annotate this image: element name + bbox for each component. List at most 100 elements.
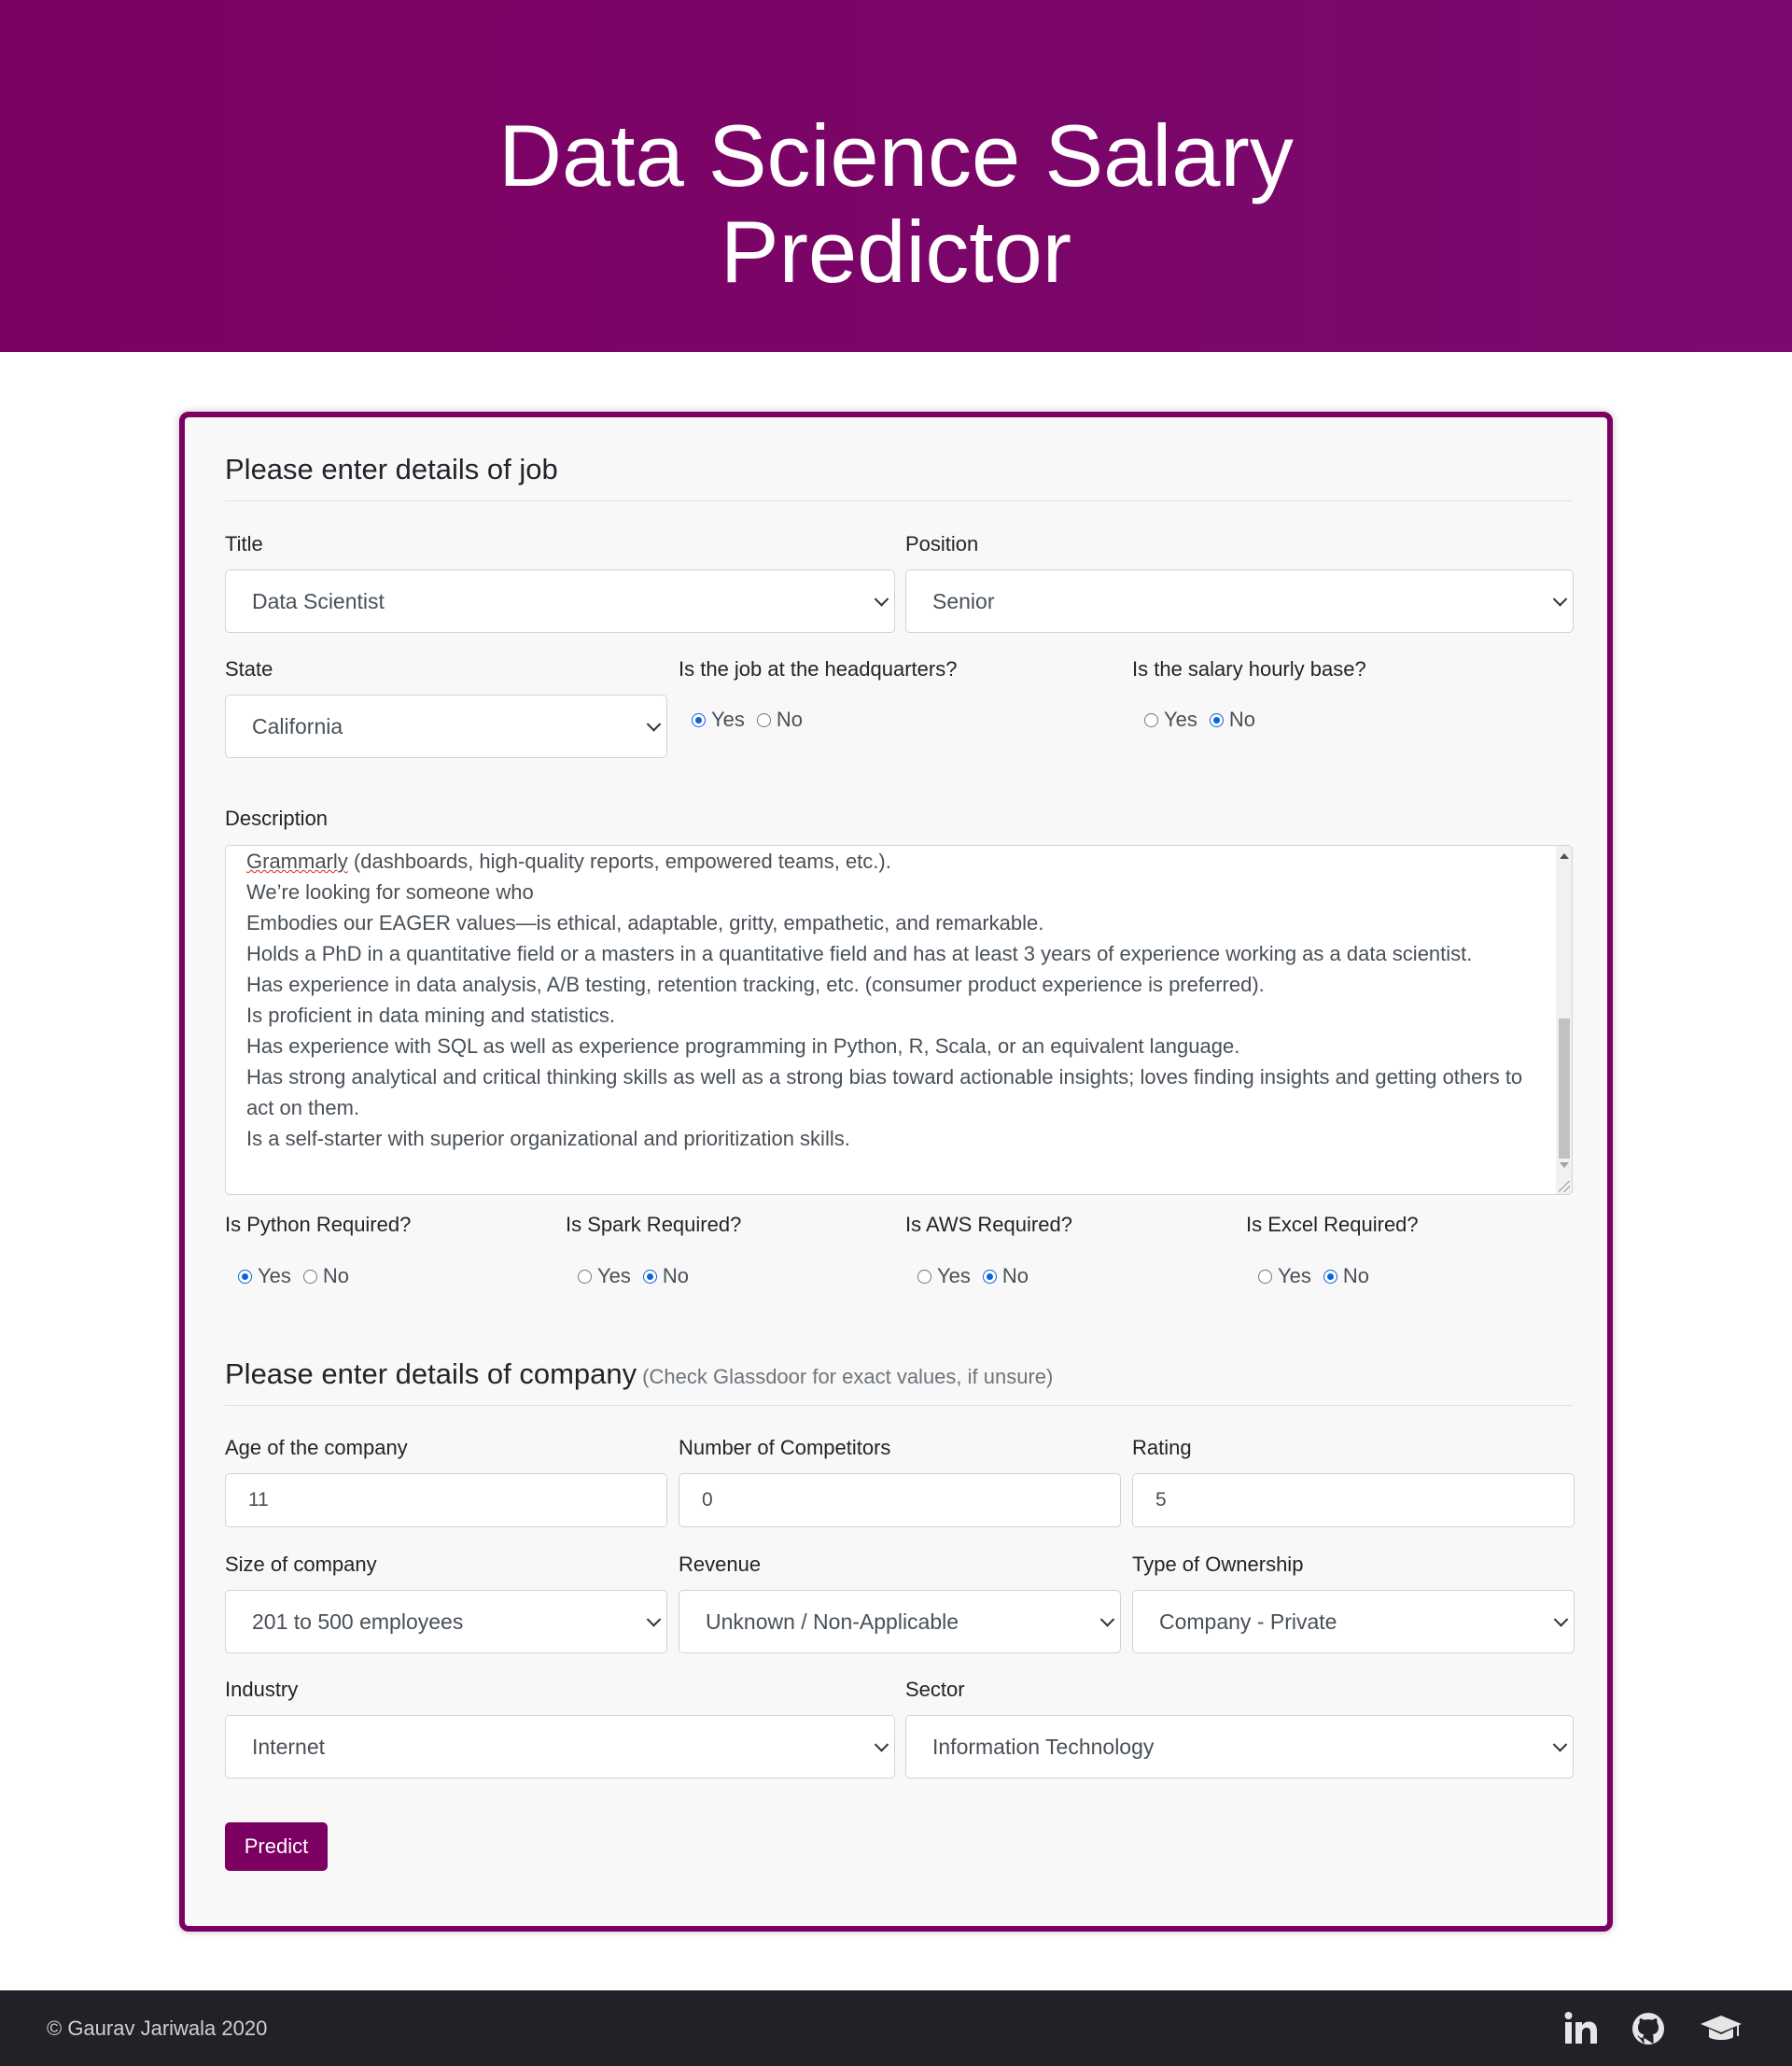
headquarters-yes-label: Yes [711, 708, 745, 731]
size-select[interactable]: 201 to 500 employees [225, 1590, 667, 1653]
chevron-down-icon [1552, 1737, 1568, 1752]
description-line-8: Is a self-starter with superior organiza… [246, 1127, 850, 1150]
spark-yes-label: Yes [597, 1264, 631, 1287]
description-line-0: Grammarly (dashboards, high-quality repo… [246, 846, 1534, 877]
revenue-label: Revenue [679, 1553, 762, 1576]
spark-no-label: No [662, 1264, 690, 1287]
headquarters-yes-option[interactable]: Yes [692, 708, 745, 732]
page-title: Data Science Salary Predictor [498, 105, 1294, 301]
scrollbar-thumb[interactable] [1559, 1019, 1570, 1159]
hourly-yes-option[interactable]: Yes [1144, 708, 1197, 732]
company-section-title: Please enter details of company [225, 1357, 637, 1390]
sector-select[interactable]: Information Technology [905, 1715, 1574, 1778]
ownership-label: Type of Ownership [1132, 1553, 1304, 1576]
competitors-label: Number of Competitors [679, 1436, 891, 1459]
state-label: State [225, 657, 273, 681]
hero-banner: Data Science Salary Predictor [0, 0, 1792, 352]
description-textarea[interactable]: Grammarly (dashboards, high-quality repo… [225, 845, 1573, 1195]
description-line-6: Has experience with SQL as well as exper… [246, 1034, 1240, 1058]
company-section-hint: (Check Glassdoor for exact values, if un… [642, 1365, 1054, 1388]
radio-selected-icon[interactable] [238, 1269, 252, 1284]
company-section-divider [225, 1405, 1573, 1406]
spark-radio-group: Yes No [578, 1264, 701, 1288]
industry-label: Industry [225, 1678, 299, 1701]
aws-no-option[interactable]: No [982, 1264, 1029, 1288]
spark-no-option[interactable]: No [642, 1264, 690, 1288]
radio-unselected-icon[interactable] [1258, 1269, 1272, 1284]
aws-yes-option[interactable]: Yes [917, 1264, 971, 1288]
description-line-2: Embodies our EAGER values—is ethical, ad… [246, 911, 1044, 935]
size-label: Size of company [225, 1553, 377, 1576]
footer: © Gaurav Jariwala 2020 [0, 1990, 1792, 2066]
copyright-text: © Gaurav Jariwala 2020 [47, 2016, 268, 2040]
headquarters-no-option[interactable]: No [756, 708, 803, 732]
job-section-divider [225, 500, 1573, 501]
radio-selected-icon[interactable] [982, 1269, 997, 1284]
position-label: Position [905, 532, 979, 555]
prediction-form: Please enter details of job Title Data S… [179, 412, 1613, 1932]
radio-unselected-icon[interactable] [302, 1269, 317, 1284]
radio-unselected-icon[interactable] [917, 1269, 931, 1284]
python-yes-option[interactable]: Yes [238, 1264, 291, 1288]
excel-yes-option[interactable]: Yes [1258, 1264, 1311, 1288]
excel-radio-group: Yes No [1258, 1264, 1381, 1288]
aws-no-label: No [1001, 1264, 1029, 1287]
position-select[interactable]: Senior [905, 569, 1574, 633]
chevron-down-icon [1552, 592, 1568, 607]
radio-selected-icon[interactable] [642, 1269, 657, 1284]
chevron-down-icon [646, 1612, 662, 1627]
scroll-down-arrow-icon[interactable] [1560, 1162, 1569, 1168]
spark-yes-option[interactable]: Yes [578, 1264, 631, 1288]
sector-label: Sector [905, 1678, 965, 1701]
headquarters-label: Is the job at the headquarters? [679, 657, 958, 681]
python-no-option[interactable]: No [302, 1264, 349, 1288]
excel-no-label: No [1342, 1264, 1370, 1287]
age-input[interactable]: 11 [225, 1473, 667, 1527]
predict-button[interactable]: Predict [225, 1822, 328, 1871]
excel-yes-label: Yes [1278, 1264, 1311, 1287]
excel-no-option[interactable]: No [1323, 1264, 1369, 1288]
rating-input[interactable]: 5 [1132, 1473, 1575, 1527]
radio-unselected-icon[interactable] [1144, 712, 1158, 727]
description-scrollbar[interactable] [1556, 846, 1572, 1194]
description-line-5: Is proficient in data mining and statist… [246, 1004, 615, 1027]
position-select-value: Senior [932, 588, 995, 613]
hourly-no-option[interactable]: No [1209, 708, 1255, 732]
linkedin-icon[interactable] [1559, 2006, 1603, 2051]
resize-grip-icon[interactable] [1559, 1181, 1570, 1192]
industry-select[interactable]: Internet [225, 1715, 895, 1778]
title-select-value: Data Scientist [252, 588, 385, 613]
revenue-select[interactable]: Unknown / Non-Applicable [679, 1590, 1121, 1653]
revenue-select-value: Unknown / Non-Applicable [706, 1609, 959, 1634]
python-radio-group: Yes No [238, 1264, 361, 1288]
scroll-up-arrow-icon[interactable] [1560, 853, 1569, 859]
chevron-down-icon [646, 717, 662, 732]
hourly-label: Is the salary hourly base? [1132, 657, 1366, 681]
title-select[interactable]: Data Scientist [225, 569, 895, 633]
radio-selected-icon[interactable] [692, 712, 706, 727]
description-line-4: Has experience in data analysis, A/B tes… [246, 973, 1265, 996]
description-line-0-rest: (dashboards, high-quality reports, empow… [347, 850, 891, 873]
description-label: Description [225, 807, 329, 830]
radio-unselected-icon[interactable] [756, 712, 771, 727]
rating-label: Rating [1132, 1436, 1192, 1459]
radio-selected-icon[interactable] [1323, 1269, 1337, 1284]
chevron-down-icon [1099, 1612, 1115, 1627]
radio-selected-icon[interactable] [1209, 712, 1224, 727]
description-line-3: Holds a PhD in a quantitative field or a… [246, 942, 1473, 965]
aws-radio-group: Yes No [917, 1264, 1041, 1288]
graduation-cap-icon[interactable] [1699, 2006, 1743, 2051]
competitors-input[interactable]: 0 [679, 1473, 1121, 1527]
state-select[interactable]: California [225, 695, 667, 758]
description-line-7: Has strong analytical and critical think… [246, 1065, 1523, 1119]
aws-yes-label: Yes [937, 1264, 971, 1287]
description-line-1: We’re looking for someone who [246, 880, 534, 904]
chevron-down-icon [874, 1737, 889, 1752]
sector-select-value: Information Technology [932, 1734, 1155, 1759]
title-label: Title [225, 532, 263, 555]
github-icon[interactable] [1626, 2006, 1671, 2051]
radio-unselected-icon[interactable] [578, 1269, 592, 1284]
ownership-select-value: Company - Private [1159, 1609, 1337, 1634]
company-section-legend: Please enter details of company (Check Gl… [225, 1357, 1053, 1391]
ownership-select[interactable]: Company - Private [1132, 1590, 1575, 1653]
